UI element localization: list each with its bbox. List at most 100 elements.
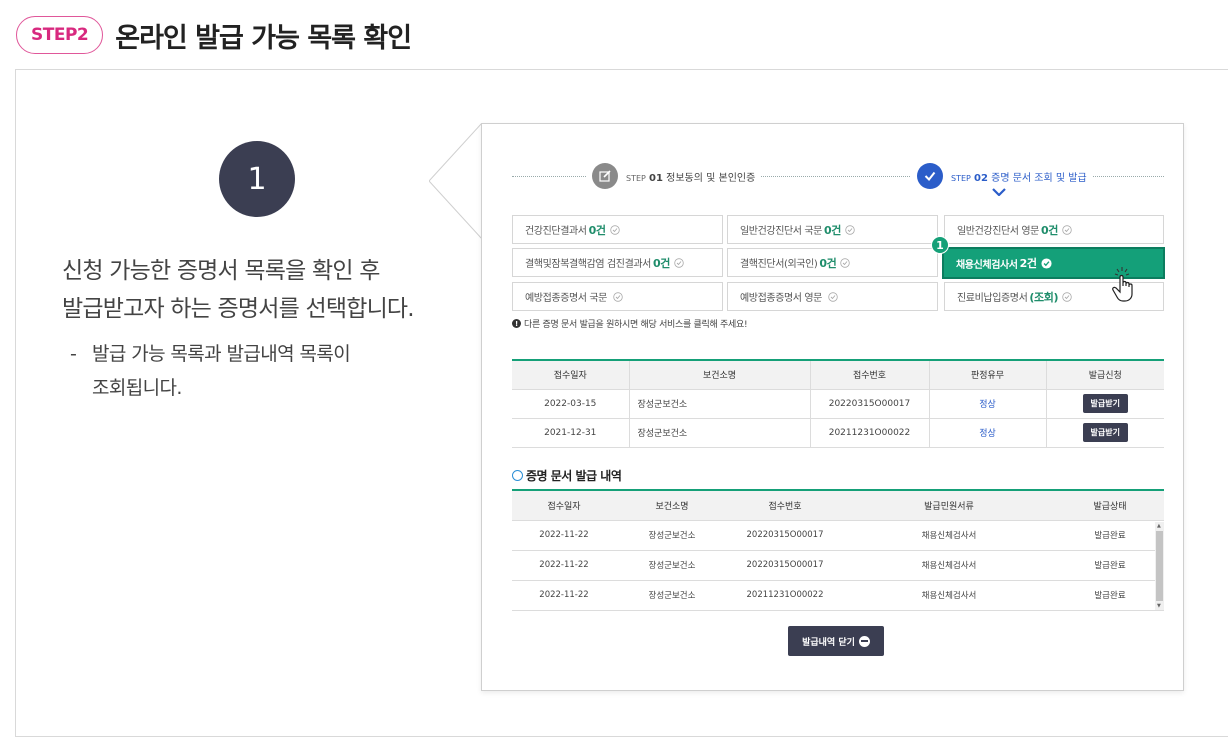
table-header: 보건소명	[616, 491, 728, 521]
issue-button[interactable]: 발급받기	[1082, 394, 1128, 413]
step-description: 신청 가능한 증명서 목록을 확인 후 발급받고자 하는 증명서를 선택합니다.	[62, 252, 415, 328]
issue-button[interactable]: 발급받기	[1082, 423, 1128, 442]
pen-circle-icon	[512, 470, 523, 481]
step-num: 01	[649, 172, 663, 184]
cert-item[interactable]: 일반건강진단서 영문 0건	[944, 215, 1164, 244]
description-line: 발급받고자 하는 증명서를 선택합니다.	[62, 296, 415, 322]
cell-center: 장성군보건소	[628, 389, 810, 419]
check-circle-icon	[674, 257, 684, 268]
table-row: 2021-12-31 장성군보건소 20211231O00022 정상 발급받기	[512, 418, 1164, 448]
minus-circle-icon	[858, 635, 870, 647]
table-row: 2022-11-22 장성군보건소 20220315O00017 채용신체검사서…	[512, 520, 1164, 551]
table-header: 발급신청	[1045, 360, 1164, 390]
step-number-circle: 1	[219, 141, 295, 217]
cert-item[interactable]: 예방접종증명서 국문	[512, 282, 723, 311]
cert-item[interactable]: 일반건강진단서 국문 0건	[727, 215, 938, 244]
cell-result: 정상	[928, 418, 1046, 448]
hand-cursor-icon	[1112, 267, 1133, 302]
history-title-text: 증명 문서 발급 내역	[526, 469, 622, 483]
check-circle-icon	[1062, 224, 1072, 235]
table-row: 2022-11-22 장성군보건소 20220315O00017 채용신체검사서…	[512, 550, 1164, 581]
table-row: 2022-03-15 장성군보건소 20220315O00017 정상 발급받기	[512, 389, 1164, 419]
scroll-down-icon[interactable]: ▼	[1157, 603, 1161, 609]
cert-item[interactable]: 결핵및잠복결핵감염 검진결과서 0건	[512, 248, 723, 277]
step-prefix: STEP	[951, 173, 971, 183]
selection-badge: 1	[931, 236, 949, 254]
scroll-thumb[interactable]	[1156, 531, 1163, 601]
cell-document: 채용신체검사서	[842, 520, 1056, 551]
step-label: 증명 문서 조회 및 발급	[991, 172, 1087, 184]
cell-date: 2022-11-22	[512, 550, 616, 581]
cell-center: 장성군보건소	[616, 550, 728, 581]
check-circle-icon	[845, 224, 855, 235]
cell-date: 2021-12-31	[512, 418, 629, 448]
cert-item[interactable]: 예방접종증명서 영문	[727, 282, 938, 311]
check-icon	[917, 163, 943, 189]
cert-name: 예방접종증명서 영문	[740, 293, 822, 304]
cert-name: 건강진단결과서	[525, 226, 587, 237]
page-header: STEP2 온라인 발급 가능 목록 확인	[16, 14, 412, 56]
cert-name: 채용신체검사서	[956, 259, 1018, 271]
subdescription-line: 발급 가능 목록과 발급내역 목록이	[92, 343, 351, 365]
history-table-wrap: 접수일자 보건소명 접수번호 발급민원서류 발급상태 2022-11-22 장성…	[512, 489, 1164, 611]
check-circle-icon	[1041, 257, 1052, 269]
table-row: 2022-11-22 장성군보건소 20211231O00022 채용신체검사서…	[512, 580, 1164, 611]
table-header: 접수번호	[809, 360, 929, 390]
step-badge: STEP2	[16, 16, 104, 54]
cell-status: 발급완료	[1056, 580, 1164, 611]
description-line: 신청 가능한 증명서 목록을 확인 후	[62, 258, 380, 284]
cert-count: 0건	[1040, 223, 1058, 237]
cert-name: 결핵및잠복결핵감염 검진결과서	[525, 259, 651, 270]
cell-document: 채용신체검사서	[842, 550, 1056, 581]
bullet-dash: -	[70, 343, 77, 365]
check-circle-icon	[840, 257, 851, 268]
cell-receipt-no: 20220315O00017	[728, 520, 842, 551]
cert-name: 일반건강진단서 영문	[957, 226, 1039, 237]
cert-name: 결핵진단서(외국인)	[740, 259, 818, 270]
cert-item[interactable]: 결핵진단서(외국인) 0건	[727, 248, 938, 277]
cert-name: 예방접종증명서 국문	[525, 293, 607, 304]
table-header: 보건소명	[628, 360, 810, 390]
close-history-label: 발급내역 닫기	[802, 637, 855, 648]
cert-name: 일반건강진단서 국문	[740, 226, 822, 237]
step-prefix: STEP	[626, 173, 646, 183]
subdescription-line: 조회됩니다.	[92, 377, 182, 399]
cell-status: 발급완료	[1056, 550, 1164, 581]
cert-count: 0건	[588, 223, 606, 237]
table-header: 접수번호	[728, 491, 842, 521]
cell-receipt-no: 20220315O00017	[809, 389, 929, 419]
cell-date: 2022-11-22	[512, 580, 616, 611]
cell-date: 2022-03-15	[512, 389, 629, 419]
info-icon: !	[512, 319, 521, 328]
cert-count: 0건	[819, 256, 837, 270]
info-note-text: 다른 증명 문서 발급을 원하시면 해당 서비스를 클릭해 주세요!	[524, 320, 748, 330]
chevron-down-icon	[992, 188, 1006, 196]
history-title: 증명 문서 발급 내역	[512, 467, 622, 484]
cell-receipt-no: 20211231O00022	[728, 580, 842, 611]
check-circle-icon	[613, 291, 623, 302]
table-header: 발급민원서류	[842, 491, 1056, 521]
cert-count: (조회)	[1029, 290, 1059, 304]
table-header: 발급상태	[1056, 491, 1164, 521]
step-02: STEP 02 증명 문서 조회 및 발급	[911, 163, 1093, 189]
cell-center: 장성군보건소	[616, 520, 728, 551]
cert-item[interactable]: 건강진단결과서 0건	[512, 215, 723, 244]
step-label: 정보동의 및 본인인증	[666, 172, 756, 184]
close-history-button[interactable]: 발급내역 닫기	[788, 626, 884, 656]
cell-date: 2022-11-22	[512, 520, 616, 551]
callout-pointer	[429, 123, 485, 239]
step-progress: STEP 01 정보동의 및 본인인증 STEP 02 증명 문서 조회 및 발…	[512, 162, 1164, 196]
scroll-up-icon[interactable]: ▲	[1157, 523, 1161, 529]
cell-receipt-no: 20220315O00017	[728, 550, 842, 581]
table-header: 접수일자	[512, 491, 616, 521]
cell-receipt-no: 20211231O00022	[809, 418, 929, 448]
cell-status: 발급완료	[1056, 520, 1164, 551]
cert-count: 0건	[823, 223, 841, 237]
screenshot-panel: STEP 01 정보동의 및 본인인증 STEP 02 증명 문서 조회 및 발…	[481, 123, 1184, 691]
cell-center: 장성군보건소	[616, 580, 728, 611]
history-scrollbar[interactable]: ▲ ▼	[1155, 522, 1164, 610]
page-title: 온라인 발급 가능 목록 확인	[115, 22, 412, 54]
cell-document: 채용신체검사서	[842, 580, 1056, 611]
table-header: 판정유무	[928, 360, 1046, 390]
cert-count: 2건	[1019, 257, 1037, 270]
